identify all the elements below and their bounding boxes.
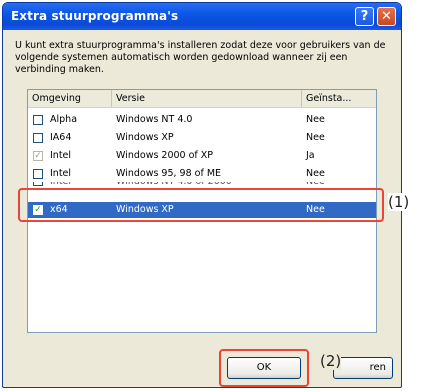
row-version: Windows 2000 of XP [116,150,214,161]
table-row[interactable]: Intel Windows 95, 98 of ME Nee [28,166,376,182]
callout-label-1: (1) [388,193,410,211]
row-environment: Intel [50,150,72,161]
help-button[interactable]: ? [355,7,374,26]
row-installed: Nee [306,114,325,125]
list-header: Omgeving Versie Geïnsta... [28,90,376,108]
table-row[interactable]: IA64 Windows XP Nee [28,130,376,146]
column-header-environment[interactable]: Omgeving [28,90,112,107]
row-version: Windows XP [116,132,174,143]
cancel-button-label: ren [369,362,386,373]
row-environment: Intel [50,168,72,179]
row-installed: Nee [306,168,325,179]
row-callout-frame [18,188,384,222]
cancel-button[interactable]: ren [333,357,393,379]
table-row[interactable]: Alpha Windows NT 4.0 Nee [28,112,376,128]
row-checkbox[interactable] [33,133,43,143]
callout-label-2: (2) [320,352,342,370]
description-text: U kunt extra stuurprogramma's installere… [15,40,386,75]
row-checkbox: ✓ [33,151,43,161]
column-header-installed[interactable]: Geïnsta... [302,90,376,107]
ok-button[interactable]: OK [227,357,301,379]
table-row[interactable]: ✓ Intel Windows 2000 of XP Ja [28,148,376,164]
row-environment: IA64 [50,132,72,143]
window-title: Extra stuurprogramma's [11,9,179,23]
row-version: Windows 95, 98 of ME [116,168,222,179]
row-checkbox[interactable] [33,169,43,179]
row-version: Windows NT 4.0 [116,114,193,125]
column-header-version[interactable]: Versie [112,90,302,107]
close-button[interactable]: ✕ [377,7,396,26]
row-installed: Nee [306,132,325,143]
title-bar: Extra stuurprogramma's ? ✕ [3,3,401,30]
row-environment: Alpha [50,114,78,125]
row-checkbox[interactable] [33,115,43,125]
row-checkbox[interactable] [33,182,43,186]
row-installed: Ja [306,150,315,161]
